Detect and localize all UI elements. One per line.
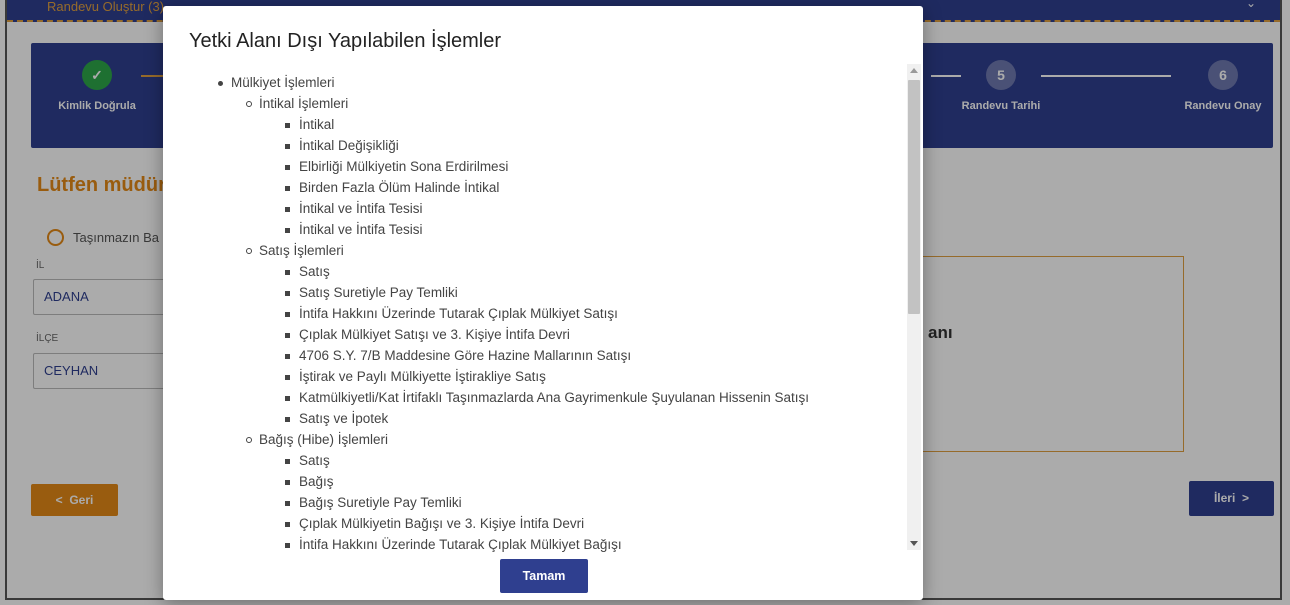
modal-scrollbar[interactable]: [907, 64, 921, 550]
list-item: Mülkiyet İşlemleri: [218, 74, 335, 92]
list-item: Çıplak Mülkiyet Satışı ve 3. Kişiye İnti…: [285, 326, 570, 344]
list-item: 4706 S.Y. 7/B Maddesine Göre Hazine Mall…: [285, 347, 631, 365]
list-item: İntifa Hakkını Üzerinde Tutarak Çıplak M…: [285, 536, 622, 552]
list-item: Bağış (Hibe) İşlemleri: [246, 431, 388, 449]
list-item: Çıplak Mülkiyetin Bağışı ve 3. Kişiye İn…: [285, 515, 584, 533]
scroll-up-icon[interactable]: [910, 68, 918, 73]
list-item: Birden Fazla Ölüm Halinde İntikal: [285, 179, 499, 197]
list-item: İntikal İşlemleri: [246, 95, 348, 113]
list-item: Katmülkiyetli/Kat İrtifaklı Taşınmazlard…: [285, 389, 809, 407]
list-item: Satış ve İpotek: [285, 410, 388, 428]
list-item: İntikal: [285, 116, 334, 134]
list-item: İntifa Hakkını Üzerinde Tutarak Çıplak M…: [285, 305, 618, 323]
list-item: İntikal ve İntifa Tesisi: [285, 200, 423, 218]
modal-title: Yetki Alanı Dışı Yapılabilen İşlemler: [189, 30, 502, 52]
list-item: İştirak ve Paylı Mülkiyette İştirakliye …: [285, 368, 546, 386]
list-item: Satış: [285, 263, 330, 281]
modal-dialog: Yetki Alanı Dışı Yapılabilen İşlemler Mü…: [163, 6, 923, 600]
list-item: Satış Suretiyle Pay Temliki: [285, 284, 458, 302]
list-item: Bağış Suretiyle Pay Temliki: [285, 494, 462, 512]
scroll-down-icon[interactable]: [910, 541, 918, 546]
list-item: İntikal ve İntifa Tesisi: [285, 221, 423, 239]
list-item: Satış: [285, 452, 330, 470]
list-item: Elbirliği Mülkiyetin Sona Erdirilmesi: [285, 158, 508, 176]
scroll-thumb[interactable]: [908, 80, 920, 314]
list-item: Bağış: [285, 473, 334, 491]
list-item: Satış İşlemleri: [246, 242, 344, 260]
list-item: İntikal Değişikliği: [285, 137, 399, 155]
ok-button[interactable]: Tamam: [500, 559, 588, 593]
modal-body[interactable]: Mülkiyet İşlemleri İntikal İşlemleri İnt…: [163, 58, 921, 552]
